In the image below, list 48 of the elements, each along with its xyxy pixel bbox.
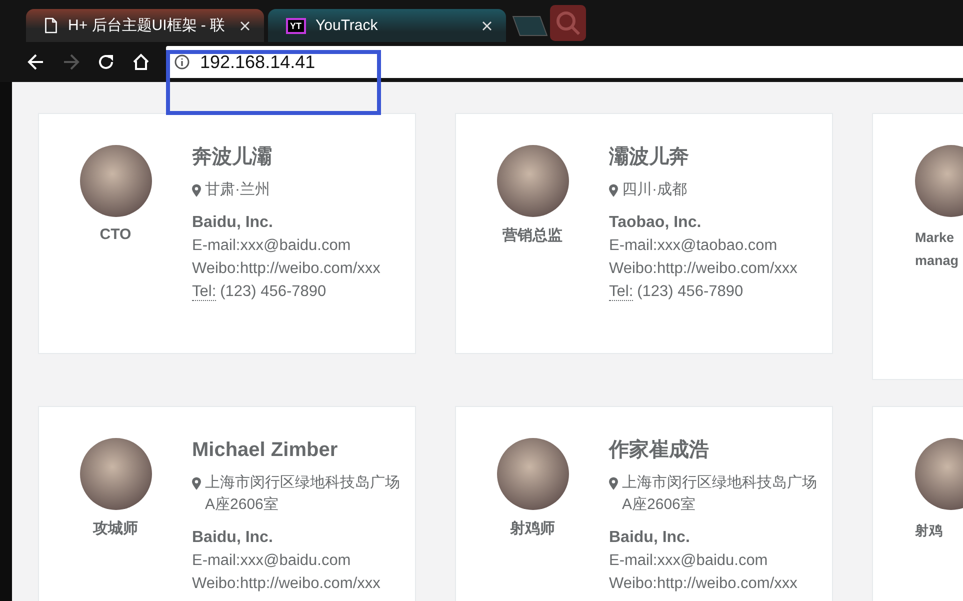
- job-title: 射鸡师: [510, 519, 555, 538]
- job-title: Marke manag: [915, 229, 960, 270]
- close-icon[interactable]: [240, 20, 250, 30]
- job-title: 攻城师: [93, 519, 138, 538]
- tel-label: Tel:: [192, 283, 216, 301]
- tel-label: Tel:: [609, 283, 634, 301]
- close-icon[interactable]: [482, 20, 492, 30]
- weibo-text: Weibo:http://weibo.com/xxx: [609, 259, 798, 279]
- location-text: 四川·成都: [622, 180, 688, 200]
- contact-name: Michael Zimber: [192, 438, 339, 462]
- job-title: 射鸡: [915, 522, 944, 540]
- job-title: CTO: [100, 226, 132, 243]
- info-icon: [174, 54, 190, 70]
- browser-tab[interactable]: YT YouTrack: [268, 9, 506, 42]
- location-text: 甘肃·兰州: [205, 180, 271, 200]
- company-name: Baidu, Inc.: [609, 528, 691, 548]
- phone-number: (123) 456-7890: [220, 283, 326, 300]
- email-text: E-mail:xxx@baidu.com: [192, 236, 352, 256]
- contact-name: 作家崔成浩: [609, 438, 710, 462]
- contact-name: 灞波儿奔: [609, 145, 690, 169]
- location-pin-icon: [609, 477, 618, 490]
- new-tab-button[interactable]: [512, 16, 548, 36]
- contact-name: 奔波儿灞: [192, 145, 273, 169]
- tab-title: YouTrack: [316, 17, 379, 34]
- tab-title: H+ 后台主题UI框架 - 联: [68, 16, 226, 35]
- reload-icon[interactable]: [96, 52, 116, 72]
- document-icon: [44, 17, 58, 34]
- company-name: Baidu, Inc.: [192, 213, 274, 233]
- home-icon[interactable]: [131, 52, 151, 72]
- location-pin-icon: [192, 477, 201, 490]
- weibo-text: Weibo:http://weibo.com/xxx: [192, 259, 382, 279]
- location-text: 上海市闵行区绿地科技岛广场A座2606室: [622, 473, 818, 515]
- job-title: 营销总监: [502, 226, 562, 245]
- email-text: E-mail:xxx@baidu.com: [609, 551, 769, 571]
- weibo-text: Weibo:http://weibo.com/xxx: [192, 574, 382, 594]
- weibo-text: Weibo:http://weibo.com/xxx: [609, 574, 798, 594]
- phone-number: (123) 456-7890: [637, 283, 744, 300]
- email-text: E-mail:xxx@taobao.com: [609, 236, 778, 256]
- company-name: Baidu, Inc.: [192, 528, 274, 548]
- back-icon[interactable]: [26, 52, 46, 72]
- location-pin-icon: [192, 184, 201, 197]
- location-text: 上海市闵行区绿地科技岛广场A座2606室: [205, 473, 401, 515]
- app-logo-icon: YT: [286, 18, 306, 34]
- browser-tab[interactable]: H+ 后台主题UI框架 - 联: [26, 9, 264, 42]
- address-bar[interactable]: 192.168.14.41: [166, 46, 963, 78]
- location-pin-icon: [609, 184, 618, 197]
- email-text: E-mail:xxx@baidu.com: [192, 551, 352, 571]
- company-name: Taobao, Inc.: [609, 213, 702, 233]
